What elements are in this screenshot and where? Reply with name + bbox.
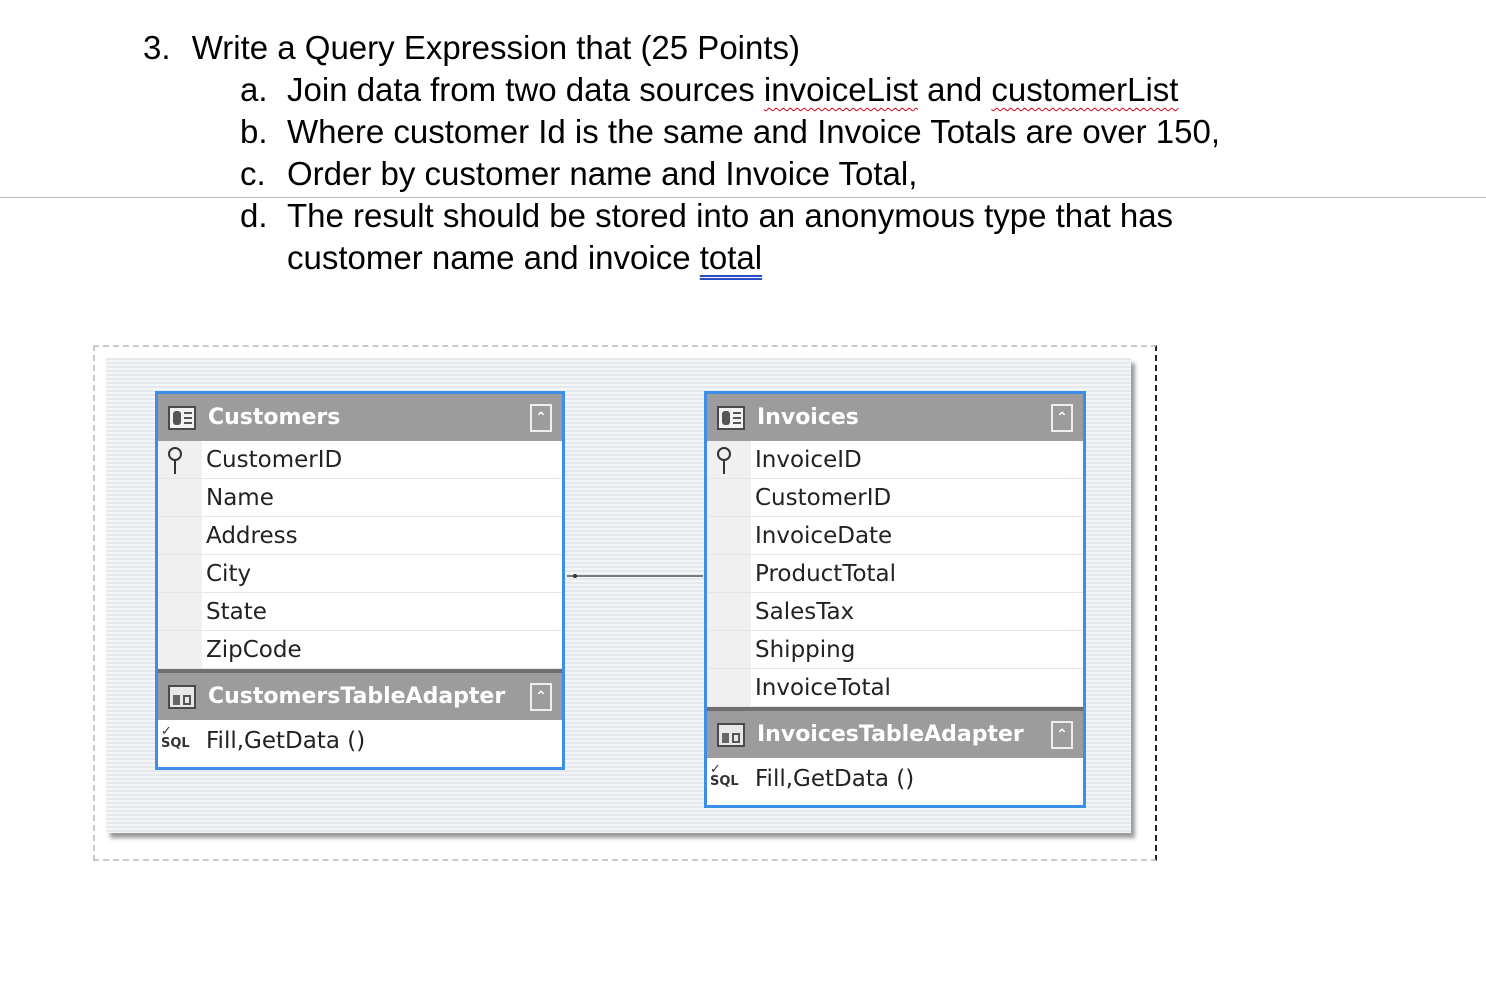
field-name: InvoiceID	[755, 446, 862, 473]
item-letter: a.	[240, 71, 268, 108]
misspelled-word[interactable]: invoiceList	[764, 71, 918, 108]
field-row[interactable]: SalesTax	[707, 593, 1083, 631]
method-name: Fill,GetData ()	[755, 766, 915, 792]
invoices-adapter-header[interactable]: InvoicesTableAdapter ⌃	[707, 707, 1083, 758]
item-text: Join data from two data sources	[287, 71, 764, 108]
field-name: CustomerID	[755, 484, 892, 511]
field-row[interactable]: InvoiceDate	[707, 517, 1083, 555]
item-text: and	[917, 71, 992, 108]
table-title: Customers	[208, 405, 341, 430]
key-icon	[717, 447, 731, 474]
item-text: Order by customer name and Invoice Total…	[287, 155, 918, 192]
field-name: SalesTax	[755, 598, 855, 625]
question-title: Write a Query Expression that (25 Points…	[191, 29, 801, 66]
relation-line[interactable]	[567, 574, 703, 578]
field-row[interactable]: City	[158, 555, 562, 593]
field-row[interactable]: State	[158, 593, 562, 631]
table-title: Invoices	[757, 405, 859, 430]
sql-icon: ✓ SQL	[161, 724, 190, 751]
item-d: d. The result should be stored into an a…	[240, 196, 1173, 236]
item-text: The result should be stored into an anon…	[287, 197, 1174, 234]
field-row[interactable]: Name	[158, 479, 562, 517]
field-row[interactable]: Shipping	[707, 631, 1083, 669]
field-row[interactable]: CustomerID	[158, 441, 562, 479]
method-row[interactable]: ✓ SQL Fill,GetData ()	[158, 720, 562, 762]
field-name: ProductTotal	[755, 560, 897, 587]
customers-fields: CustomerID Name Address City State ZipCo…	[158, 441, 562, 669]
field-name: CustomerID	[206, 446, 343, 473]
field-row[interactable]: InvoiceID	[707, 441, 1083, 479]
item-b: b. Where customer Id is the same and Inv…	[240, 112, 1220, 152]
table-icon	[168, 405, 196, 430]
table-adapter-icon	[168, 684, 196, 709]
adapter-title: CustomersTableAdapter	[208, 684, 506, 709]
collapse-icon[interactable]: ⌃	[1051, 404, 1073, 432]
item-text: customer name and invoice	[287, 239, 700, 276]
method-name: Fill,GetData ()	[206, 728, 366, 754]
field-name: InvoiceDate	[755, 522, 893, 549]
field-name: Shipping	[755, 636, 856, 663]
question-number: 3.	[143, 29, 171, 66]
field-row[interactable]: ProductTotal	[707, 555, 1083, 593]
field-name: State	[206, 598, 267, 625]
item-c: c. Order by customer name and Invoice To…	[240, 154, 917, 194]
field-row[interactable]: ZipCode	[158, 631, 562, 669]
item-d-continued: customer name and invoice total	[287, 238, 762, 278]
method-row[interactable]: ✓ SQL Fill,GetData ()	[707, 758, 1083, 800]
field-row[interactable]: CustomerID	[707, 479, 1083, 517]
table-icon	[717, 405, 745, 430]
field-name: Address	[206, 522, 298, 549]
table-adapter-icon	[717, 722, 745, 747]
sql-icon: ✓ SQL	[710, 762, 739, 789]
invoices-table-header[interactable]: Invoices ⌃	[707, 394, 1083, 441]
question-heading: 3. Write a Query Expression that (25 Poi…	[143, 28, 800, 68]
invoices-fields: InvoiceID CustomerID InvoiceDate Product…	[707, 441, 1083, 707]
customers-table[interactable]: Customers ⌃ CustomerID Name Address City…	[155, 391, 565, 770]
field-row[interactable]: InvoiceTotal	[707, 669, 1083, 707]
item-letter: b.	[240, 113, 268, 150]
adapter-title: InvoicesTableAdapter	[757, 722, 1024, 747]
field-name: City	[206, 560, 252, 587]
key-icon	[168, 447, 182, 474]
field-name: ZipCode	[206, 636, 302, 663]
item-letter: d.	[240, 197, 268, 234]
collapse-icon[interactable]: ⌃	[530, 404, 552, 432]
collapse-icon[interactable]: ⌃	[1051, 721, 1073, 749]
item-text: Where customer Id is the same and Invoic…	[287, 113, 1221, 150]
customers-adapter-header[interactable]: CustomersTableAdapter ⌃	[158, 669, 562, 720]
collapse-icon[interactable]: ⌃	[530, 683, 552, 711]
grammar-flagged-word[interactable]: total	[700, 239, 762, 276]
item-a: a. Join data from two data sources invoi…	[240, 70, 1178, 110]
customers-table-header[interactable]: Customers ⌃	[158, 394, 562, 441]
misspelled-word[interactable]: customerList	[991, 71, 1178, 108]
item-letter: c.	[240, 155, 266, 192]
field-row[interactable]: Address	[158, 517, 562, 555]
relation-key-end	[573, 574, 577, 578]
invoices-table[interactable]: Invoices ⌃ InvoiceID CustomerID InvoiceD…	[704, 391, 1086, 808]
field-name: Name	[206, 484, 274, 511]
field-name: InvoiceTotal	[755, 674, 891, 701]
